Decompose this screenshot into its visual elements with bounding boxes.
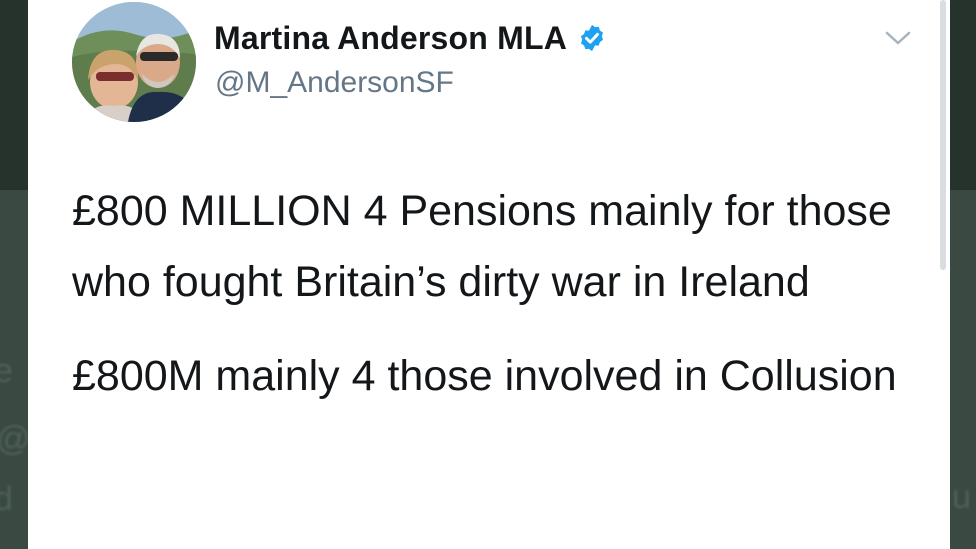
display-name[interactable]: Martina Anderson MLA	[214, 20, 567, 57]
avatar[interactable]	[72, 2, 196, 122]
background-edge-text: u	[952, 478, 971, 516]
profile-photo	[72, 2, 196, 122]
background-edge-text: d	[0, 480, 13, 518]
tweet-text: £800 MILLION 4 Pensions mainly for those…	[72, 176, 932, 412]
tweet-paragraph: £800 MILLION 4 Pensions mainly for those…	[72, 187, 892, 306]
scrollbar[interactable]	[940, 0, 946, 270]
author-handle[interactable]: @M_AndersonSF	[215, 66, 454, 100]
verified-badge-icon	[581, 24, 604, 52]
chevron-down-icon[interactable]	[884, 28, 912, 48]
tweet-paragraph: £800M mainly 4 those involved in Collusi…	[72, 352, 897, 400]
author-name-row: Martina Anderson MLA	[214, 18, 607, 58]
tweet-card[interactable]: Martina Anderson MLA @M_AndersonSF £800 …	[28, 0, 950, 549]
background-edge-text: e	[0, 352, 13, 390]
background-edge-text: @	[0, 420, 31, 459]
